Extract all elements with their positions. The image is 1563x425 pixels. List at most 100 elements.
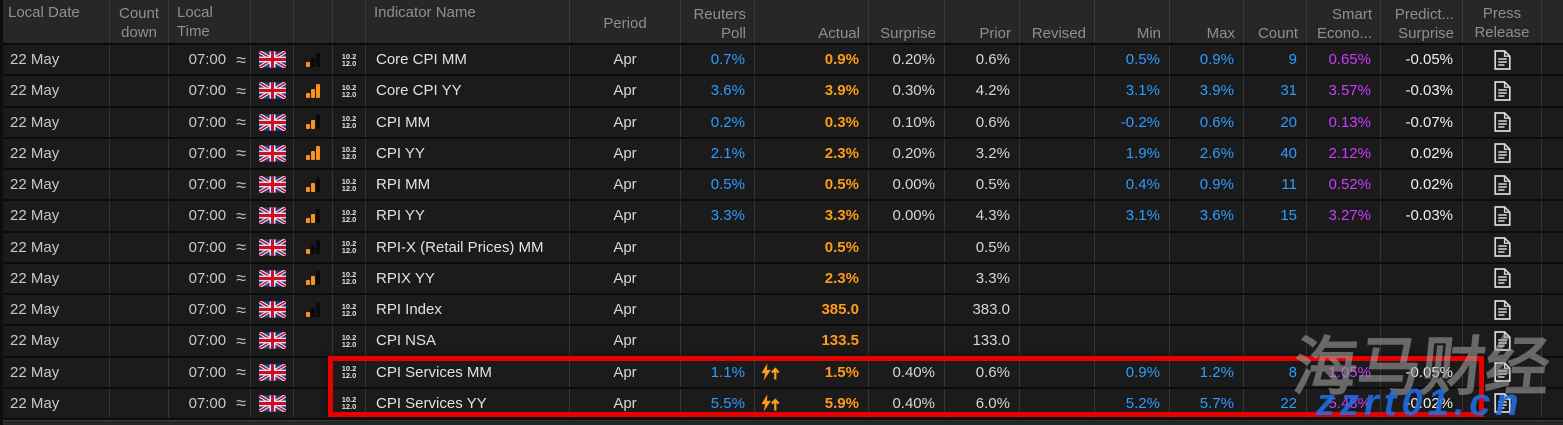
cell-local-time: 07:00≈ bbox=[169, 233, 251, 262]
header-label: Release bbox=[1474, 23, 1529, 42]
cell-flag bbox=[251, 264, 294, 293]
cell-indicator: CPI MM bbox=[366, 108, 570, 137]
press-release-icon[interactable] bbox=[1494, 50, 1511, 70]
cell-poll: 3.3% bbox=[681, 201, 755, 230]
press-release-icon[interactable] bbox=[1494, 362, 1511, 382]
cell-poll bbox=[681, 295, 755, 324]
header-period[interactable]: Period bbox=[570, 0, 681, 43]
header-indicator[interactable]: Indicator Name bbox=[366, 0, 570, 43]
cell-flag bbox=[251, 76, 294, 105]
press-release-icon[interactable] bbox=[1494, 237, 1511, 257]
cell-nums: 10.212.0 bbox=[333, 76, 366, 105]
cell-indicator: CPI Services MM bbox=[366, 358, 570, 387]
table-row[interactable]: 22 May07:00≈10.212.0RPI MMApr0.5%0.5%0.0… bbox=[0, 170, 1563, 201]
press-release-icon[interactable] bbox=[1494, 175, 1511, 195]
cell-local-date: 22 May bbox=[0, 139, 110, 168]
press-release-icon[interactable] bbox=[1494, 268, 1511, 288]
header-press[interactable]: PressRelease bbox=[1463, 0, 1542, 43]
cell-nums: 10.212.0 bbox=[333, 264, 366, 293]
table-row[interactable]: 22 May07:00≈10.212.0RPI YYApr3.3%3.3%0.0… bbox=[0, 201, 1563, 232]
press-release-icon-glyph bbox=[1494, 268, 1511, 288]
table-row[interactable]: 22 May07:00≈10.212.0RPIX YYApr2.3%3.3% bbox=[0, 264, 1563, 295]
header-local-date[interactable]: Local Date bbox=[0, 0, 110, 43]
header-label: Indicator Name bbox=[374, 3, 476, 22]
header-label: Min bbox=[1137, 24, 1161, 43]
table-row[interactable]: 22 May07:00≈10.212.0CPI Services MMApr1.… bbox=[0, 358, 1563, 389]
table-row[interactable]: 22 May07:00≈10.212.0CPI NSAApr133.5133.0 bbox=[0, 326, 1563, 357]
cell-countdown bbox=[110, 108, 169, 137]
cell-prior: 0.6% bbox=[945, 45, 1020, 74]
indicator-values-icon: 10.212.0 bbox=[342, 240, 357, 254]
cell-countdown bbox=[110, 389, 169, 418]
flash-up-icon bbox=[760, 395, 781, 412]
cell-countdown bbox=[110, 201, 169, 230]
cell-actual: 0.3% bbox=[755, 108, 869, 137]
cell-max: 0.9% bbox=[1170, 170, 1244, 199]
table-row[interactable]: 22 May07:00≈10.212.0CPI MMApr0.2%0.3%0.1… bbox=[0, 108, 1563, 139]
local-time-value: 07:00 bbox=[189, 114, 227, 131]
cell-bars bbox=[294, 358, 333, 387]
cell-smart bbox=[1307, 233, 1381, 262]
header-poll[interactable]: ReutersPoll bbox=[681, 0, 755, 43]
cell-predict: -0.02% bbox=[1381, 389, 1463, 418]
header-label: Local Date bbox=[8, 3, 80, 22]
cell-period: Apr bbox=[570, 233, 681, 262]
actual-value: 3.3% bbox=[825, 207, 859, 224]
cell-poll: 5.5% bbox=[681, 389, 755, 418]
cell-gutter bbox=[1542, 170, 1563, 199]
cell-surprise bbox=[869, 326, 945, 355]
table-row[interactable]: 22 May07:00≈10.212.0CPI Services YYApr5.… bbox=[0, 389, 1563, 420]
header-label: Count bbox=[1258, 24, 1298, 43]
header-surprise[interactable]: Surprise bbox=[869, 0, 945, 43]
press-release-icon[interactable] bbox=[1494, 393, 1511, 413]
table-row[interactable]: 22 May07:00≈10.212.0CPI YYApr2.1%2.3%0.2… bbox=[0, 139, 1563, 170]
header-label: Reuters bbox=[693, 5, 746, 24]
press-release-icon[interactable] bbox=[1494, 331, 1511, 351]
cell-period: Apr bbox=[570, 264, 681, 293]
cell-max: 2.6% bbox=[1170, 139, 1244, 168]
header-bars bbox=[294, 0, 333, 43]
press-release-icon-glyph bbox=[1494, 112, 1511, 132]
table-row[interactable]: 22 May07:00≈10.212.0RPI IndexApr385.0383… bbox=[0, 295, 1563, 326]
press-release-icon-glyph bbox=[1494, 143, 1511, 163]
table-row[interactable]: 22 May07:00≈10.212.0RPI-X (Retail Prices… bbox=[0, 233, 1563, 264]
cell-surprise: 0.40% bbox=[869, 358, 945, 387]
cell-surprise bbox=[869, 233, 945, 262]
header-actual[interactable]: Actual bbox=[755, 0, 869, 43]
cell-local-time: 07:00≈ bbox=[169, 108, 251, 137]
cell-countdown bbox=[110, 233, 169, 262]
header-max[interactable]: Max bbox=[1170, 0, 1244, 43]
cell-countdown bbox=[110, 76, 169, 105]
press-release-icon[interactable] bbox=[1494, 300, 1511, 320]
press-release-icon[interactable] bbox=[1494, 143, 1511, 163]
indicator-values-icon: 10.212.0 bbox=[342, 115, 357, 129]
cell-revised bbox=[1020, 201, 1095, 230]
cell-prior: 133.0 bbox=[945, 326, 1020, 355]
header-predict[interactable]: Predict...Surprise bbox=[1381, 0, 1463, 43]
cell-min: 5.2% bbox=[1095, 389, 1170, 418]
cell-press bbox=[1463, 264, 1542, 293]
press-release-icon[interactable] bbox=[1494, 206, 1511, 226]
local-time-value: 07:00 bbox=[189, 239, 227, 256]
press-release-icon-glyph bbox=[1494, 300, 1511, 320]
press-release-icon[interactable] bbox=[1494, 81, 1511, 101]
header-prior[interactable]: Prior bbox=[945, 0, 1020, 43]
header-min[interactable]: Min bbox=[1095, 0, 1170, 43]
header-count[interactable]: Count bbox=[1244, 0, 1307, 43]
local-time-value: 07:00 bbox=[189, 176, 227, 193]
cell-indicator: RPIX YY bbox=[366, 264, 570, 293]
cell-gutter bbox=[1542, 295, 1563, 324]
approx-time-icon: ≈ bbox=[236, 332, 246, 350]
header-revised[interactable]: Revised bbox=[1020, 0, 1095, 43]
table-row[interactable]: 22 May07:00≈10.212.0Core CPI MMApr0.7%0.… bbox=[0, 45, 1563, 76]
press-release-icon[interactable] bbox=[1494, 112, 1511, 132]
cell-count: 8 bbox=[1244, 358, 1307, 387]
table-row[interactable]: 22 May07:00≈10.212.0Core CPI YYApr3.6%3.… bbox=[0, 76, 1563, 107]
header-local-time[interactable]: LocalTime bbox=[169, 0, 251, 43]
header-countdown[interactable]: Countdown bbox=[110, 0, 169, 43]
cell-surprise bbox=[869, 264, 945, 293]
cell-bars bbox=[294, 264, 333, 293]
header-smart[interactable]: SmartEcono... bbox=[1307, 0, 1381, 43]
cell-local-date: 22 May bbox=[0, 295, 110, 324]
press-release-icon-glyph bbox=[1494, 393, 1511, 413]
